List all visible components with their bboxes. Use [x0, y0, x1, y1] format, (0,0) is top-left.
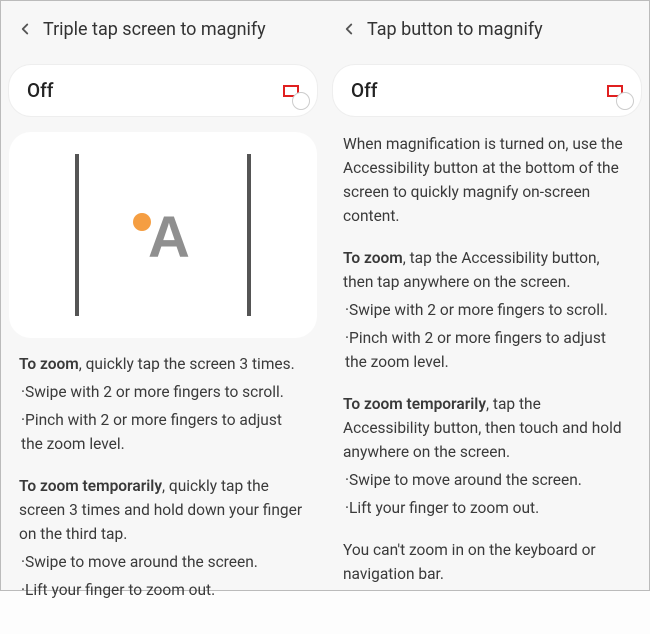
toggle-label: Off: [27, 79, 54, 102]
toggle-row[interactable]: Off: [9, 65, 317, 116]
zoom-temp-line: To zoom temporarily, quickly tap the scr…: [19, 474, 307, 546]
bullet: ·Pinch with 2 or more fingers to adjust …: [343, 326, 631, 374]
note-text: You can't zoom in on the keyboard or nav…: [343, 538, 631, 586]
screen-tap-button: Tap button to magnify Off When magnifica…: [325, 1, 649, 590]
zoom-line: To zoom, tap the Accessibility button, t…: [343, 246, 631, 294]
toggle-knob: [292, 92, 310, 110]
bullet: ·Swipe to move around the screen.: [19, 550, 307, 574]
bullet: ·Swipe with 2 or more fingers to scroll.: [19, 380, 307, 404]
bullet: ·Swipe to move around the screen.: [343, 468, 631, 492]
instructions: When magnification is turned on, use the…: [325, 132, 649, 618]
zoom-temp-line: To zoom temporarily, tap the Accessibili…: [343, 392, 631, 464]
back-button[interactable]: [11, 15, 39, 43]
preview-card: A: [9, 132, 317, 338]
chevron-left-icon: [16, 20, 34, 38]
toggle-row[interactable]: Off: [333, 65, 641, 116]
intro-text: When magnification is turned on, use the…: [343, 132, 631, 228]
toggle-label: Off: [351, 79, 378, 102]
preview-bar-right: [247, 154, 251, 316]
instructions: To zoom, quickly tap the screen 3 times.…: [1, 352, 325, 634]
screen-triple-tap: Triple tap screen to magnify Off A To zo…: [1, 1, 325, 590]
back-button[interactable]: [335, 15, 363, 43]
preview-illustration: A: [23, 146, 303, 324]
highlight-box: [283, 85, 299, 97]
page-title: Triple tap screen to magnify: [43, 19, 266, 40]
preview-bar-left: [75, 154, 79, 316]
letter-a-icon: A: [148, 204, 190, 271]
bullet: ·Pinch with 2 or more fingers to adjust …: [19, 408, 307, 456]
chevron-left-icon: [340, 20, 358, 38]
bullet: ·Lift your finger to zoom out.: [19, 578, 307, 602]
toggle-knob: [616, 92, 634, 110]
zoom-line: To zoom, quickly tap the screen 3 times.: [19, 352, 307, 376]
bullet: ·Swipe with 2 or more fingers to scroll.: [343, 298, 631, 322]
header: Tap button to magnify: [325, 1, 649, 57]
header: Triple tap screen to magnify: [1, 1, 325, 57]
bullet: ·Lift your finger to zoom out.: [343, 496, 631, 520]
highlight-box: [607, 85, 623, 97]
page-title: Tap button to magnify: [367, 19, 543, 40]
